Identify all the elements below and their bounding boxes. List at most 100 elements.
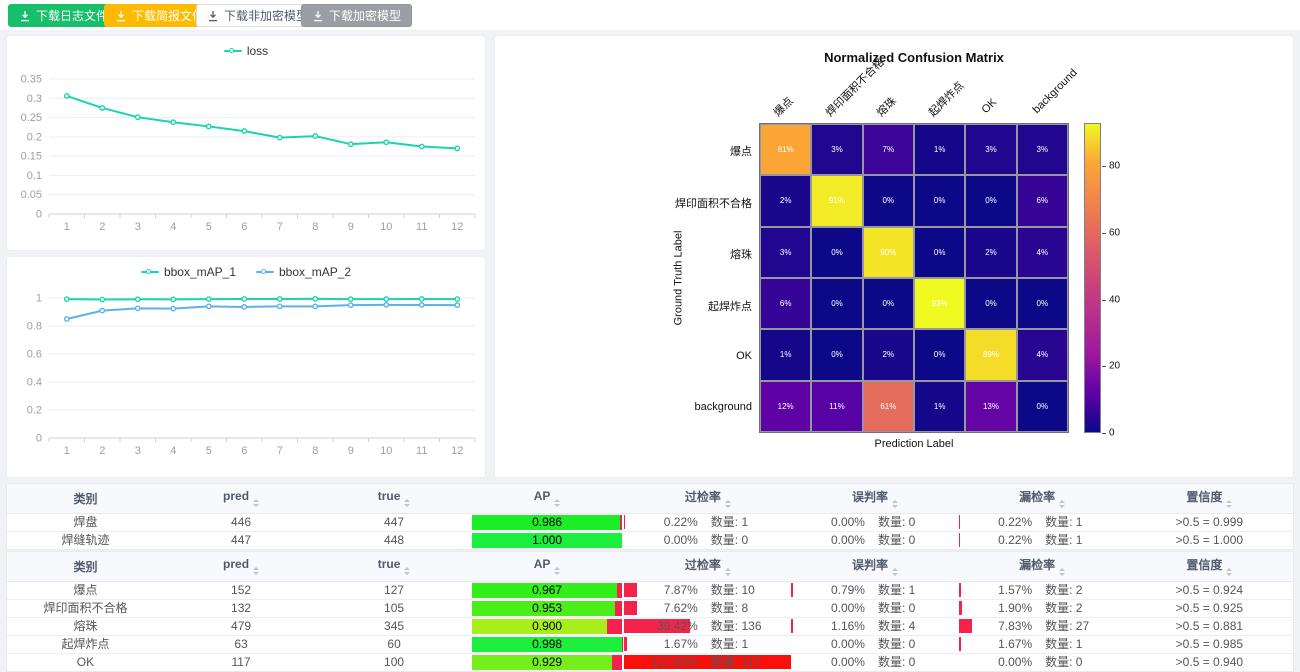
download-report-label: 下载简报文件 xyxy=(132,10,204,22)
svg-text:11: 11 xyxy=(416,445,427,457)
column-header-label: 过检率 xyxy=(685,490,721,504)
column-header-pred[interactable]: pred xyxy=(164,484,318,513)
sort-desc-icon[interactable] xyxy=(725,505,731,508)
table-row: 焊印面积不合格1321050.9537.62%数量: 80.00%数量: 01.… xyxy=(7,599,1293,617)
matrix-cell: 0% xyxy=(1017,381,1068,432)
sort-asc-icon[interactable] xyxy=(554,499,560,502)
sort-carets-icon[interactable] xyxy=(554,567,560,575)
cell-overdetect-count: 数量: 117 xyxy=(698,654,785,671)
sort-carets-icon[interactable] xyxy=(404,499,410,507)
sort-desc-icon[interactable] xyxy=(554,572,560,575)
column-header-置信度[interactable]: 置信度 xyxy=(1126,552,1293,581)
table-row: 焊盘4464470.9860.22%数量: 10.00%数量: 00.22%数量… xyxy=(7,513,1293,531)
matrix-cell: 1% xyxy=(914,124,965,175)
download-encrypted-model-button[interactable]: 下载加密模型 xyxy=(301,4,412,27)
download-icon xyxy=(207,10,219,22)
sort-desc-icon[interactable] xyxy=(1059,573,1065,576)
colorbar-tick-label: 40 xyxy=(1109,294,1120,305)
sort-desc-icon[interactable] xyxy=(253,572,259,575)
sort-desc-icon[interactable] xyxy=(404,504,410,507)
matrix-cell: 2% xyxy=(965,227,1016,278)
cell-ap: 1.000 xyxy=(470,531,624,549)
sort-asc-icon[interactable] xyxy=(1226,500,1232,503)
cell-missdetect: 0.22%数量: 1 xyxy=(959,513,1126,531)
cell-missdetect-count: 数量: 0 xyxy=(1032,654,1119,671)
svg-text:7: 7 xyxy=(277,221,283,233)
sort-asc-icon[interactable] xyxy=(892,500,898,503)
sort-asc-icon[interactable] xyxy=(725,500,731,503)
sort-carets-icon[interactable] xyxy=(892,500,898,508)
cell-misjudge-count: 数量: 4 xyxy=(865,618,952,635)
column-header-误判率[interactable]: 误判率 xyxy=(791,484,958,513)
sort-desc-icon[interactable] xyxy=(892,505,898,508)
sort-asc-icon[interactable] xyxy=(253,499,259,502)
sort-carets-icon[interactable] xyxy=(253,499,259,507)
cell-misjudge: 0.79%数量: 1 xyxy=(791,581,958,599)
column-header-label: 置信度 xyxy=(1186,490,1222,504)
sort-carets-icon[interactable] xyxy=(404,567,410,575)
map-chart-plot: 00.20.40.60.81123456789101112 xyxy=(7,257,485,477)
svg-text:2: 2 xyxy=(99,221,105,233)
column-header-漏检率[interactable]: 漏检率 xyxy=(959,484,1126,513)
sort-asc-icon[interactable] xyxy=(1059,568,1065,571)
sort-asc-icon[interactable] xyxy=(404,499,410,502)
sort-carets-icon[interactable] xyxy=(892,568,898,576)
sort-asc-icon[interactable] xyxy=(1059,500,1065,503)
column-header-pred[interactable]: pred xyxy=(164,552,318,581)
svg-text:0.6: 0.6 xyxy=(27,349,42,361)
sort-desc-icon[interactable] xyxy=(892,573,898,576)
column-header-label: 漏检率 xyxy=(1019,490,1055,504)
column-header-true[interactable]: true xyxy=(318,484,470,513)
cell-confidence: >0.5 = 0.985 xyxy=(1126,635,1293,653)
cell-overdetect-count: 数量: 10 xyxy=(698,582,785,599)
cell-misjudge: 0.00%数量: 0 xyxy=(791,513,958,531)
column-header-AP[interactable]: AP xyxy=(470,552,624,581)
x-axis: 123456789101112 xyxy=(49,438,475,457)
svg-text:8: 8 xyxy=(312,445,318,457)
svg-text:3: 3 xyxy=(135,445,141,457)
column-header-true[interactable]: true xyxy=(318,552,470,581)
column-header-置信度[interactable]: 置信度 xyxy=(1126,484,1293,513)
column-header-AP[interactable]: AP xyxy=(470,484,624,513)
download-log-button[interactable]: 下载日志文件 xyxy=(8,4,119,27)
svg-text:11: 11 xyxy=(416,221,427,233)
column-header-误判率[interactable]: 误判率 xyxy=(791,552,958,581)
matrix-cell: 0% xyxy=(914,175,965,226)
cell-misjudge: 1.16%数量: 4 xyxy=(791,617,958,635)
sort-desc-icon[interactable] xyxy=(404,572,410,575)
matrix-cell: 1% xyxy=(914,381,965,432)
sort-asc-icon[interactable] xyxy=(554,567,560,570)
sort-desc-icon[interactable] xyxy=(1226,505,1232,508)
matrix-row-label: 起焊炸点 xyxy=(495,298,752,314)
sort-desc-icon[interactable] xyxy=(1059,505,1065,508)
sort-carets-icon[interactable] xyxy=(725,568,731,576)
sort-carets-icon[interactable] xyxy=(1226,568,1232,576)
column-header-label: AP xyxy=(534,557,551,571)
sort-asc-icon[interactable] xyxy=(404,567,410,570)
matrix-row-label: 熔珠 xyxy=(495,246,752,262)
column-header-过检率[interactable]: 过检率 xyxy=(624,484,791,513)
sort-carets-icon[interactable] xyxy=(1226,500,1232,508)
sort-asc-icon[interactable] xyxy=(892,568,898,571)
sort-carets-icon[interactable] xyxy=(725,500,731,508)
cell-ap: 0.900 xyxy=(470,617,624,635)
sort-carets-icon[interactable] xyxy=(1059,568,1065,576)
sort-carets-icon[interactable] xyxy=(554,499,560,507)
cell-overdetect: 117.00%数量: 117 xyxy=(624,653,791,671)
svg-text:12: 12 xyxy=(451,221,463,233)
cell-ap: 0.929 xyxy=(470,653,624,671)
column-header-label: 置信度 xyxy=(1186,558,1222,572)
column-header-漏检率[interactable]: 漏检率 xyxy=(959,552,1126,581)
column-header-过检率[interactable]: 过检率 xyxy=(624,552,791,581)
sort-desc-icon[interactable] xyxy=(725,573,731,576)
sort-desc-icon[interactable] xyxy=(554,504,560,507)
sort-desc-icon[interactable] xyxy=(1226,573,1232,576)
matrix-cell: 91% xyxy=(811,175,862,226)
sort-desc-icon[interactable] xyxy=(253,504,259,507)
sort-asc-icon[interactable] xyxy=(725,568,731,571)
cell-misjudge-count: 数量: 0 xyxy=(865,600,952,617)
sort-carets-icon[interactable] xyxy=(1059,500,1065,508)
sort-asc-icon[interactable] xyxy=(1226,568,1232,571)
sort-carets-icon[interactable] xyxy=(253,567,259,575)
sort-asc-icon[interactable] xyxy=(253,567,259,570)
